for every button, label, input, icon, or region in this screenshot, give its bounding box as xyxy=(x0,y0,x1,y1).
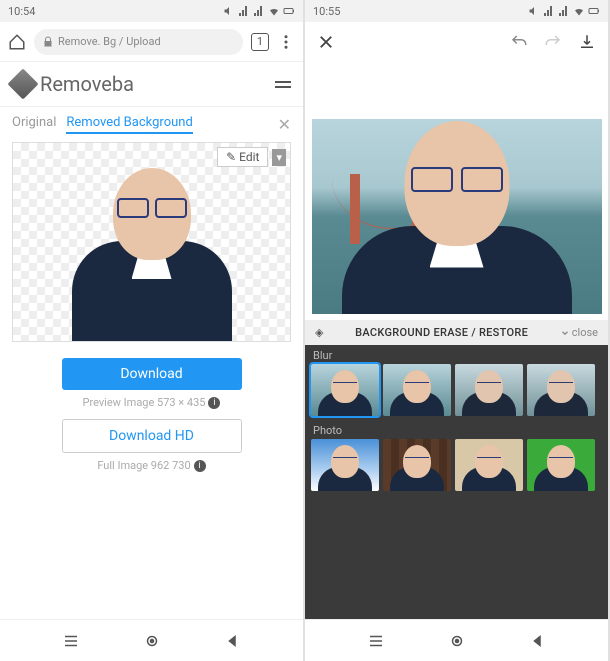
status-icons xyxy=(223,5,295,17)
panel-close-button[interactable]: close xyxy=(560,326,598,339)
status-icons-right xyxy=(528,5,600,17)
result-tabs: Original Removed Background ✕ xyxy=(0,107,303,138)
portrait-foreground xyxy=(342,119,572,314)
edit-chevron-down-icon[interactable]: ▾ xyxy=(272,149,286,166)
redo-icon[interactable] xyxy=(544,33,562,51)
url-bar[interactable]: Remove. Bg / Upload xyxy=(34,29,243,55)
menu-icon[interactable] xyxy=(275,81,291,88)
photo-thumb-green[interactable] xyxy=(527,439,595,491)
nav-menu-icon[interactable] xyxy=(367,632,385,650)
chevron-down-icon xyxy=(560,328,570,338)
blur-thumb-1[interactable] xyxy=(311,364,379,416)
android-nav-bar xyxy=(0,619,303,661)
battery-icon xyxy=(283,5,295,17)
nav-back-icon[interactable] xyxy=(223,632,241,650)
photo-thumb-tan[interactable] xyxy=(455,439,523,491)
preview-canvas[interactable] xyxy=(305,62,608,320)
full-size-caption: Full Image 962 730 i xyxy=(0,457,303,474)
status-bar-left: 10:54 xyxy=(0,0,303,22)
home-icon[interactable] xyxy=(8,33,26,51)
download-button[interactable]: Download xyxy=(62,358,242,390)
wifi-icon xyxy=(268,5,280,17)
background-panel: ◈ BACKGROUND ERASE / RESTORE close Blur … xyxy=(305,320,608,619)
blur-thumbnails xyxy=(305,364,608,420)
nav-home-icon[interactable] xyxy=(143,632,161,650)
tab-removed-background[interactable]: Removed Background xyxy=(66,115,192,134)
status-time: 10:54 xyxy=(8,5,35,18)
signal-icon-2 xyxy=(558,5,570,17)
blur-thumb-2[interactable] xyxy=(383,364,451,416)
close-icon[interactable] xyxy=(317,33,335,51)
status-time-right: 10:55 xyxy=(313,5,340,18)
url-text: Remove. Bg / Upload xyxy=(58,35,161,48)
panel-header: ◈ BACKGROUND ERASE / RESTORE close xyxy=(305,320,608,345)
more-icon[interactable] xyxy=(277,33,295,51)
undo-icon[interactable] xyxy=(510,33,528,51)
editor-toolbar xyxy=(305,22,608,62)
signal-icon xyxy=(543,5,555,17)
section-blur-label: Blur xyxy=(305,345,608,364)
signal-icon xyxy=(238,5,250,17)
browser-toolbar: Remove. Bg / Upload 1 xyxy=(0,22,303,62)
signal-icon-2 xyxy=(253,5,265,17)
brand-name: Removeba xyxy=(40,72,134,96)
close-icon[interactable]: ✕ xyxy=(278,115,291,134)
photo-thumbnails xyxy=(305,439,608,495)
right-phone-editor: 10:55 xyxy=(305,0,610,661)
nav-back-icon[interactable] xyxy=(528,632,546,650)
info-icon-2[interactable]: i xyxy=(194,460,206,472)
wifi-icon xyxy=(573,5,585,17)
blur-thumb-4[interactable] xyxy=(527,364,595,416)
android-nav-bar-right xyxy=(305,619,608,661)
result-image: ✎ Edit ▾ xyxy=(12,142,291,342)
sound-icon xyxy=(223,5,235,17)
photo-thumb-wood[interactable] xyxy=(383,439,451,491)
composite-image xyxy=(312,119,602,314)
layers-icon: ◈ xyxy=(315,326,323,339)
tab-original[interactable]: Original xyxy=(12,115,56,134)
brand-logo-icon xyxy=(7,68,38,99)
info-icon[interactable]: i xyxy=(208,397,220,409)
panel-title: BACKGROUND ERASE / RESTORE xyxy=(355,326,528,339)
nav-home-icon[interactable] xyxy=(448,632,466,650)
portrait-cutout xyxy=(72,156,232,341)
lock-icon xyxy=(42,36,54,48)
sound-icon xyxy=(528,5,540,17)
photo-thumb-sky[interactable] xyxy=(311,439,379,491)
battery-icon xyxy=(588,5,600,17)
download-icon[interactable] xyxy=(578,33,596,51)
section-photo-label: Photo xyxy=(305,420,608,439)
brand-header: Removeba xyxy=(0,62,303,107)
nav-menu-icon[interactable] xyxy=(62,632,80,650)
left-phone-browser: 10:54 Remove. Bg / Upload 1 Removeba Ori… xyxy=(0,0,305,661)
download-hd-button[interactable]: Download HD xyxy=(62,419,242,453)
blur-thumb-3[interactable] xyxy=(455,364,523,416)
tab-count[interactable]: 1 xyxy=(251,33,269,51)
status-bar-right: 10:55 xyxy=(305,0,608,22)
preview-size-caption: Preview Image 573 × 435 i xyxy=(0,394,303,411)
